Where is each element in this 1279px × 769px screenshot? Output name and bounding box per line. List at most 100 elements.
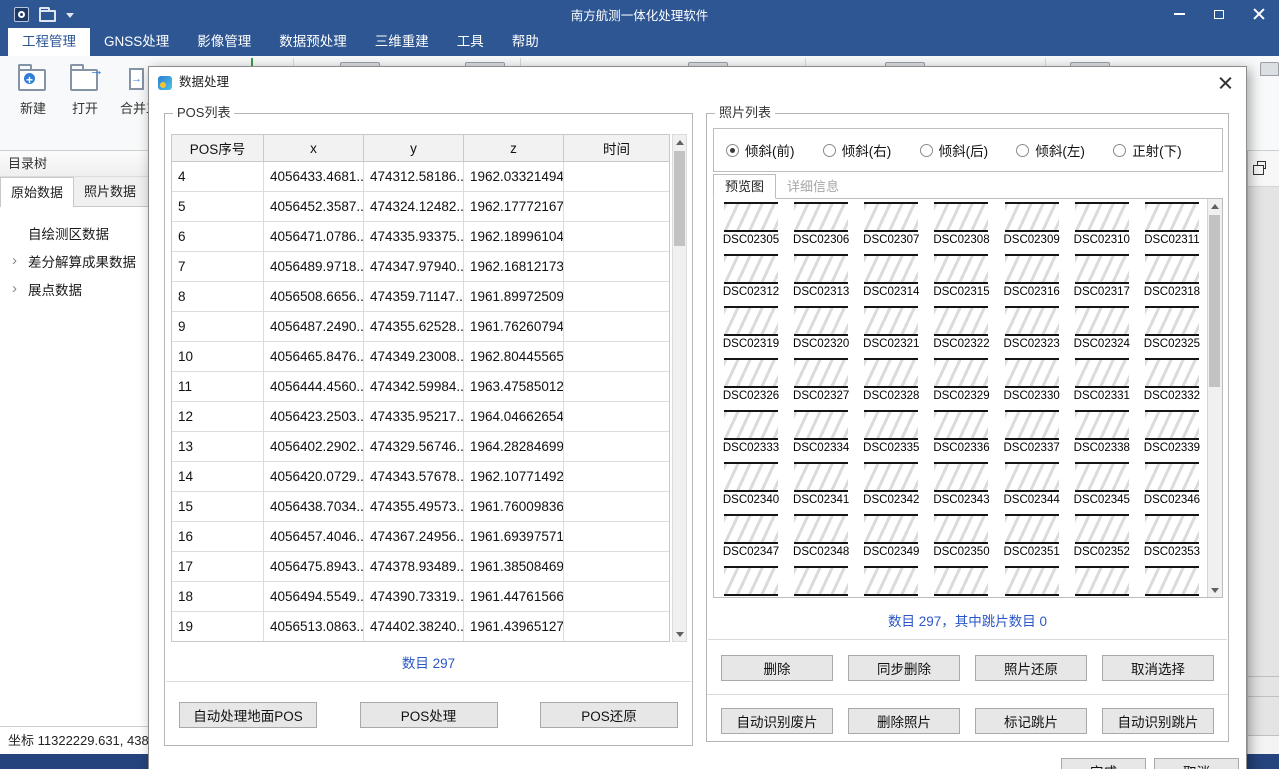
table-row[interactable]: 15 4056438.7034... 474355.49573... 1961.… (172, 492, 669, 522)
photo-item[interactable]: DSC02320 (788, 306, 854, 352)
minimize-button[interactable] (1159, 0, 1199, 28)
photo-item[interactable]: DSC02321 (858, 306, 924, 352)
photo-item[interactable]: DSC02326 (718, 358, 784, 404)
photo-item[interactable]: DSC02333 (718, 410, 784, 456)
pos-table-scrollbar[interactable] (672, 134, 687, 642)
photo-item[interactable]: DSC02337 (999, 410, 1065, 456)
photo-grid-scrollbar[interactable] (1207, 199, 1222, 597)
photo-action-button[interactable]: 自动识别跳片 (1102, 708, 1214, 734)
photo-item[interactable]: DSC02334 (788, 410, 854, 456)
scrollbar-thumb[interactable] (674, 151, 685, 246)
photo-item[interactable]: DSC02306 (788, 202, 854, 248)
menu-tab[interactable]: 工具 (443, 28, 498, 56)
photo-item[interactable]: DSC02312 (718, 254, 784, 300)
photo-action-button[interactable]: 取消选择 (1102, 655, 1214, 681)
photo-item[interactable]: DSC02349 (858, 514, 924, 560)
photo-item[interactable]: DSC02322 (928, 306, 994, 352)
photo-item[interactable]: DSC02348 (788, 514, 854, 560)
photo-item[interactable] (999, 566, 1065, 596)
open-folder-icon[interactable] (39, 10, 56, 22)
table-row[interactable]: 10 4056465.8476... 474349.23008... 1962.… (172, 342, 669, 372)
table-row[interactable]: 7 4056489.9718... 474347.97940... 1962.1… (172, 252, 669, 282)
photo-item[interactable]: DSC02344 (999, 462, 1065, 508)
table-row[interactable]: 12 4056423.2503... 474335.95217... 1964.… (172, 402, 669, 432)
photo-item[interactable] (928, 566, 994, 596)
tree-item[interactable]: › 差分解算成果数据 (0, 247, 148, 275)
photo-item[interactable]: DSC02318 (1139, 254, 1205, 300)
restore-panel-icon[interactable] (1257, 161, 1266, 169)
photo-tab[interactable]: 预览图 (713, 174, 776, 199)
dropdown-caret-icon[interactable] (66, 13, 74, 18)
table-row[interactable]: 14 4056420.0729... 474343.57678... 1962.… (172, 462, 669, 492)
photo-item[interactable] (1139, 566, 1205, 596)
table-row[interactable]: 5 4056452.3587... 474324.12482... 1962.1… (172, 192, 669, 222)
photo-item[interactable]: DSC02351 (999, 514, 1065, 560)
sidebar-tab[interactable]: 原始数据 (0, 177, 74, 207)
photo-item[interactable]: DSC02352 (1069, 514, 1135, 560)
photo-item[interactable] (788, 566, 854, 596)
photo-item[interactable]: DSC02311 (1139, 202, 1205, 248)
menu-tab[interactable]: 影像管理 (183, 28, 265, 56)
photo-item[interactable]: DSC02317 (1069, 254, 1135, 300)
close-button[interactable] (1239, 0, 1279, 28)
photo-item[interactable]: DSC02341 (788, 462, 854, 508)
table-row[interactable]: 17 4056475.8943... 474378.93489... 1961.… (172, 552, 669, 582)
photo-action-button[interactable]: 删除 (721, 655, 833, 681)
photo-item[interactable]: DSC02316 (999, 254, 1065, 300)
photo-item[interactable]: DSC02305 (718, 202, 784, 248)
photo-item[interactable]: DSC02328 (858, 358, 924, 404)
camera-view-radio[interactable]: 正射(下) (1113, 140, 1210, 160)
cancel-button[interactable]: 取消 (1154, 758, 1239, 769)
photo-item[interactable]: DSC02324 (1069, 306, 1135, 352)
photo-item[interactable]: DSC02330 (999, 358, 1065, 404)
expander-icon[interactable]: › (12, 275, 28, 303)
table-row[interactable]: 16 4056457.4046... 474367.24956... 1961.… (172, 522, 669, 552)
photo-item[interactable]: DSC02332 (1139, 358, 1205, 404)
photo-item[interactable]: DSC02340 (718, 462, 784, 508)
photo-item[interactable]: DSC02335 (858, 410, 924, 456)
camera-view-radio[interactable]: 倾斜(右) (823, 140, 920, 160)
tree-item[interactable]: › 自绘测区数据 (0, 219, 148, 247)
menu-tab[interactable]: 工程管理 (8, 28, 90, 56)
photo-item[interactable]: DSC02353 (1139, 514, 1205, 560)
photo-action-button[interactable]: 同步删除 (848, 655, 960, 681)
table-row[interactable]: 8 4056508.6656... 474359.71147... 1961.8… (172, 282, 669, 312)
photo-item[interactable]: DSC02346 (1139, 462, 1205, 508)
finish-button[interactable]: 完成 (1061, 758, 1146, 769)
photo-item[interactable]: DSC02331 (1069, 358, 1135, 404)
table-row[interactable]: 19 4056513.0863... 474402.38240... 1961.… (172, 612, 669, 642)
pos-action-button[interactable]: 自动处理地面POS (179, 702, 317, 728)
camera-view-radio[interactable]: 倾斜(前) (726, 140, 823, 160)
photo-action-button[interactable]: 标记跳片 (975, 708, 1087, 734)
scroll-down-arrow[interactable] (673, 627, 686, 641)
photo-item[interactable]: DSC02336 (928, 410, 994, 456)
photo-item[interactable]: DSC02329 (928, 358, 994, 404)
photo-action-button[interactable]: 删除照片 (848, 708, 960, 734)
tree-item[interactable]: › 展点数据 (0, 275, 148, 303)
table-row[interactable]: 6 4056471.0786... 474335.93375... 1962.1… (172, 222, 669, 252)
photo-item[interactable]: DSC02342 (858, 462, 924, 508)
camera-view-radio[interactable]: 倾斜(左) (1016, 140, 1113, 160)
table-row[interactable]: 9 4056487.2490... 474355.62528... 1961.7… (172, 312, 669, 342)
expander-icon[interactable]: › (12, 247, 28, 275)
photo-item[interactable]: DSC02345 (1069, 462, 1135, 508)
photo-item[interactable]: DSC02319 (718, 306, 784, 352)
camera-view-radio[interactable]: 倾斜(后) (920, 140, 1017, 160)
photo-item[interactable]: DSC02338 (1069, 410, 1135, 456)
table-row[interactable]: 13 4056402.2902... 474329.56746... 1964.… (172, 432, 669, 462)
photo-item[interactable] (718, 566, 784, 596)
menu-tab[interactable]: 帮助 (498, 28, 553, 56)
dialog-close-button[interactable] (1218, 76, 1232, 90)
photo-item[interactable]: DSC02343 (928, 462, 994, 508)
photo-item[interactable]: DSC02309 (999, 202, 1065, 248)
photo-item[interactable]: DSC02308 (928, 202, 994, 248)
table-row[interactable]: 4 4056433.4681... 474312.58186... 1962.0… (172, 162, 669, 192)
menu-tab[interactable]: GNSS处理 (90, 28, 183, 56)
photo-tab[interactable]: 详细信息 (776, 175, 850, 198)
photo-item[interactable] (858, 566, 924, 596)
pos-action-button[interactable]: POS还原 (540, 702, 678, 728)
photo-item[interactable]: DSC02323 (999, 306, 1065, 352)
sidebar-tab[interactable]: 照片数据 (74, 177, 146, 207)
scrollbar-thumb[interactable] (1209, 215, 1220, 387)
menu-tab[interactable]: 三维重建 (361, 28, 443, 56)
